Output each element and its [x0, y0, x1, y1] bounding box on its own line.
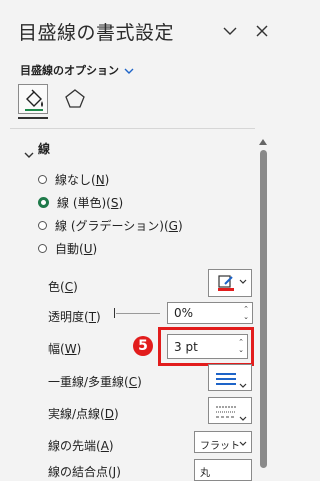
label-text: 透明度(	[48, 310, 89, 324]
radio-icon	[38, 175, 47, 184]
input-value: 0%	[174, 306, 194, 320]
tab-selected-indicator	[18, 117, 48, 119]
highlight-frame	[158, 327, 254, 366]
label-accesskey: W	[64, 342, 77, 356]
annotation-number-badge: 5	[133, 336, 153, 356]
radio-label: 自動(	[55, 242, 84, 256]
dash-lines-icon	[216, 404, 236, 423]
dash-type-label: 実線/点線(D)	[48, 405, 119, 422]
label-tail: )	[76, 342, 82, 356]
section-line-header[interactable]: 線	[38, 140, 50, 157]
tab-fill-line[interactable]	[18, 84, 48, 114]
dropdown-value: フラット	[200, 441, 240, 452]
caret-down-icon	[239, 278, 247, 288]
slider-thumb[interactable]	[114, 308, 115, 318]
effects-pentagon-icon	[64, 89, 86, 114]
options-dropdown-label[interactable]: 目盛線のオプション	[20, 62, 119, 78]
transparency-input[interactable]: 0% ⌃ ⌄	[167, 302, 253, 324]
section-collapse-chevron-icon[interactable]	[24, 144, 34, 163]
radio-accesskey: G	[168, 218, 178, 233]
label-accesskey: D	[104, 407, 114, 421]
label-tail: )	[108, 439, 114, 453]
cap-type-label: 線の先端(A)	[48, 437, 114, 454]
divider	[10, 128, 255, 129]
radio-automatic[interactable]: 自動(U)	[38, 240, 97, 257]
label-text: 一重線/多重線(	[48, 375, 129, 389]
label-accesskey: C	[128, 375, 138, 389]
label-text: 線の先端(	[48, 439, 101, 453]
radio-label: 線 (グラデーション)(	[55, 219, 169, 233]
slider-track	[116, 313, 160, 314]
compound-type-dropdown[interactable]	[208, 364, 252, 391]
transparency-slider[interactable]	[114, 308, 160, 318]
radio-label-tail: )	[118, 195, 124, 210]
radio-icon	[38, 244, 47, 253]
label-text: 色(	[48, 280, 65, 294]
radio-solid-line[interactable]: 線 (単色)(S)	[38, 194, 123, 211]
pane-title: 目盛線の書式設定	[18, 22, 175, 44]
dropdown-value: 丸	[200, 468, 210, 479]
tab-effects[interactable]	[64, 88, 86, 114]
radio-label: 線なし(	[55, 173, 96, 187]
caret-down-icon	[239, 439, 247, 450]
label-accesskey: C	[64, 280, 74, 294]
radio-gradient-line[interactable]: 線 (グラデーション)(G)	[38, 217, 183, 234]
transparency-label: 透明度(T)	[48, 308, 101, 325]
label-accesskey: T	[88, 310, 97, 324]
color-picker-button[interactable]	[208, 269, 252, 297]
radio-no-line[interactable]: 線なし(N)	[38, 171, 109, 188]
radio-icon	[38, 221, 47, 230]
label-text: 幅(	[48, 342, 65, 356]
radio-label: 線 (単色)(	[57, 196, 111, 210]
join-type-dropdown[interactable]: 丸	[194, 459, 252, 481]
dash-type-dropdown[interactable]	[208, 397, 252, 424]
caret-down-icon	[239, 374, 247, 393]
label-tail: )	[73, 280, 78, 294]
chevron-down-icon[interactable]	[223, 22, 237, 40]
radio-label-tail: )	[177, 218, 183, 233]
radio-label-tail: )	[92, 241, 98, 256]
compound-lines-icon	[216, 371, 236, 390]
radio-selected-icon	[38, 197, 49, 208]
spinner-icon[interactable]: ⌃ ⌄	[243, 305, 249, 321]
cap-type-dropdown[interactable]: フラット	[194, 431, 252, 453]
label-text: 実線/点線(	[48, 407, 105, 421]
radio-label-tail: )	[104, 172, 110, 187]
caret-down-icon	[239, 407, 247, 426]
label-tail: )	[96, 310, 101, 324]
fill-line-icon	[23, 89, 45, 115]
pen-color-icon	[217, 274, 235, 296]
join-type-label: 線の結合点(J)	[48, 465, 121, 479]
options-chevron-icon[interactable]	[124, 60, 134, 79]
label-tail: )	[137, 375, 142, 389]
radio-accesskey: U	[83, 241, 93, 256]
compound-type-label: 一重線/多重線(C)	[48, 373, 142, 390]
scroll-up-icon[interactable]	[259, 130, 267, 149]
radio-accesskey: N	[95, 172, 105, 187]
width-label: 幅(W)	[48, 340, 81, 357]
radio-accesskey: S	[110, 195, 119, 210]
color-label: 色(C)	[48, 278, 78, 295]
scrollbar-thumb[interactable]	[260, 150, 267, 468]
close-icon[interactable]	[256, 23, 268, 41]
label-accesskey: A	[100, 439, 109, 453]
label-tail: )	[113, 407, 119, 421]
